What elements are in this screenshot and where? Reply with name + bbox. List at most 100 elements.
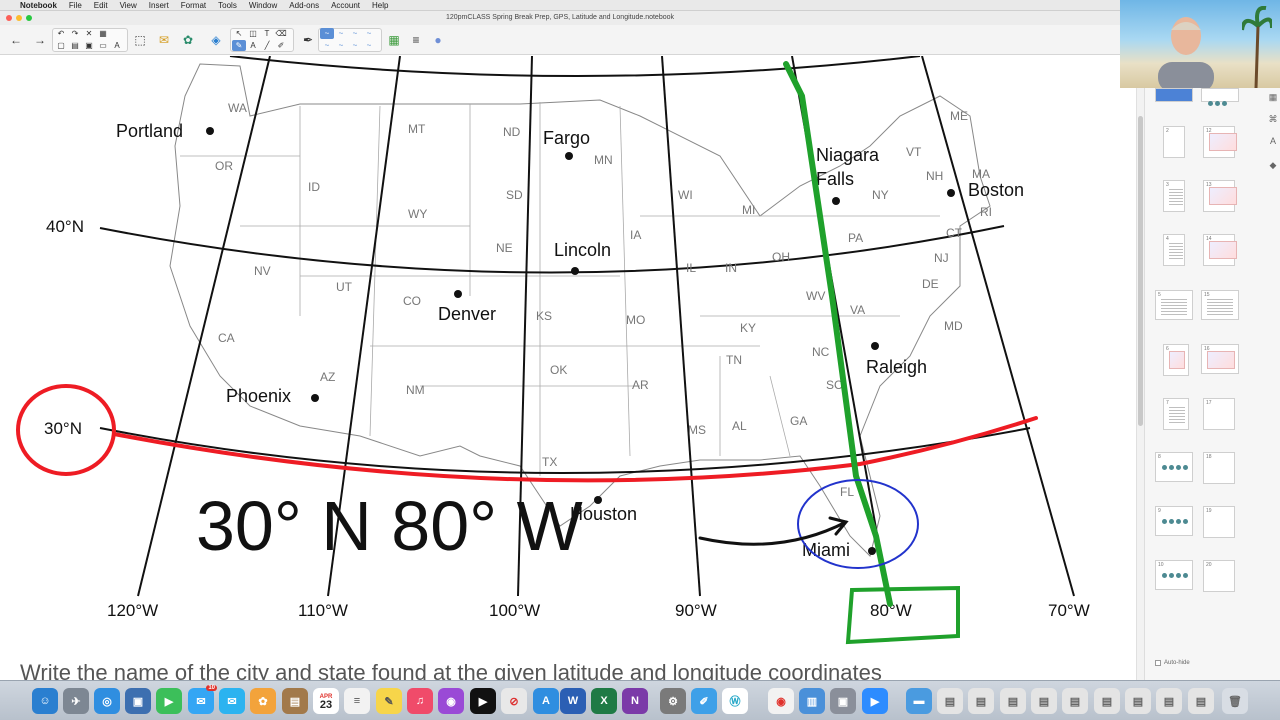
pen-style-8[interactable]: ~ — [362, 40, 376, 51]
image-capture-icon[interactable]: ▣ — [830, 688, 856, 714]
fill-icon[interactable]: ◫ — [246, 28, 260, 39]
system-preferences-icon[interactable]: ⚙ — [660, 688, 686, 714]
page-thumbnail[interactable]: 12 — [1203, 126, 1237, 158]
autohide-checkbox[interactable] — [1155, 660, 1161, 666]
page-thumbnail[interactable]: 6 — [1163, 344, 1189, 376]
safari-icon[interactable]: ◎ — [94, 688, 120, 714]
pen-style-3[interactable]: ~ — [348, 28, 362, 39]
zoom-icon[interactable]: ▶ — [862, 688, 888, 714]
menu-tools[interactable]: Tools — [212, 0, 243, 11]
addons-tab-icon[interactable]: ◆ — [1267, 160, 1279, 172]
zoom-window-button[interactable] — [26, 15, 32, 21]
messages-icon[interactable]: ✉ 10 — [188, 685, 217, 714]
close-window-button[interactable] — [6, 15, 12, 21]
page-thumbnail[interactable]: 10 — [1155, 560, 1193, 590]
pen-style-6[interactable]: ~ — [334, 40, 348, 51]
mail-icon[interactable]: ✉ — [219, 688, 245, 714]
menu-window[interactable]: Window — [243, 0, 283, 11]
highlighter-icon[interactable]: ✐ — [274, 40, 288, 51]
pen-style-5[interactable]: ~ — [320, 40, 334, 51]
attachments-tab-icon[interactable]: ⌘ — [1267, 114, 1279, 126]
document-stack-icon[interactable]: ▤ — [968, 688, 994, 714]
color-picker-icon[interactable]: ● — [428, 29, 448, 51]
page-thumbnail[interactable]: 9 — [1155, 506, 1193, 536]
notebook-canvas[interactable]: 40°N 30°N 120°W 110°W 100°W 90°W 80°W 70… — [0, 56, 1136, 680]
news-icon[interactable]: ⊘ — [501, 688, 527, 714]
pen-style-4[interactable]: ~ — [362, 28, 376, 39]
music-icon[interactable]: ♫ — [407, 688, 433, 714]
back-arrow-icon[interactable]: ← — [6, 29, 26, 51]
capture-icon[interactable]: ⬚ — [130, 29, 150, 51]
page-thumbnail[interactable]: 8 — [1155, 452, 1193, 482]
chrome-icon[interactable]: ◉ — [768, 688, 794, 714]
pen-icon[interactable]: ✒ — [298, 29, 318, 51]
facetime-icon[interactable]: ▶ — [156, 688, 182, 714]
line-style-icon[interactable]: ≡ — [406, 29, 426, 51]
menu-format[interactable]: Format — [175, 0, 212, 11]
page-thumbnail[interactable]: 17 — [1203, 398, 1235, 430]
trash-icon[interactable]: 🗑 — [1222, 688, 1248, 714]
document-stack-icon[interactable]: ▤ — [1062, 688, 1088, 714]
scrollbar-thumb[interactable] — [1138, 116, 1143, 426]
textedit-icon[interactable]: ✐ — [691, 688, 717, 714]
delete-icon[interactable]: ✕ — [82, 28, 96, 39]
menu-account[interactable]: Account — [325, 0, 366, 11]
pen-style-7[interactable]: ~ — [348, 40, 362, 51]
forward-arrow-icon[interactable]: → — [30, 29, 50, 51]
page-thumbnail[interactable]: 3 — [1163, 180, 1185, 212]
page-sorter-tab-icon[interactable]: ▦ — [1267, 92, 1279, 104]
document-stack-icon[interactable]: ▤ — [937, 688, 963, 714]
menu-insert[interactable]: Insert — [143, 0, 175, 11]
preview-icon[interactable]: ▣ — [125, 688, 151, 714]
document-stack-icon[interactable]: ▤ — [1094, 688, 1120, 714]
webex-icon[interactable]: Ⓦ — [722, 688, 748, 714]
save-icon[interactable]: ▣ — [82, 40, 96, 51]
addons-icon[interactable]: ✿ — [178, 29, 198, 51]
lesson-activity-icon[interactable]: ✉ — [154, 29, 174, 51]
page-thumbnail[interactable]: 14 — [1203, 234, 1237, 266]
page-thumbnail[interactable]: 4 — [1163, 234, 1185, 266]
menu-view[interactable]: View — [114, 0, 143, 11]
photos-icon[interactable]: ✿ — [250, 688, 276, 714]
page-thumbnail[interactable]: 15 — [1201, 290, 1239, 320]
word-icon[interactable]: W — [560, 688, 586, 714]
notes-icon[interactable]: ✎ — [376, 688, 402, 714]
page-thumbnail[interactable]: 20 — [1203, 560, 1235, 592]
document-stack-icon[interactable]: ▤ — [1125, 688, 1151, 714]
document-stack-icon[interactable]: ▤ — [1156, 688, 1182, 714]
redo-icon[interactable]: ↷ — [68, 28, 82, 39]
document-stack-icon[interactable]: ▤ — [1188, 688, 1214, 714]
grid-icon[interactable]: ▦ — [384, 29, 404, 51]
properties-tab-icon[interactable]: A — [1267, 136, 1279, 148]
minimize-window-button[interactable] — [16, 15, 22, 21]
page-thumbnail[interactable]: 7 — [1163, 398, 1189, 430]
text-icon[interactable]: T — [260, 28, 274, 39]
paste-icon[interactable]: ▤ — [68, 40, 82, 51]
pages-icon[interactable]: ≡ — [344, 688, 370, 714]
page-icon[interactable]: ▢ — [54, 40, 68, 51]
line-icon[interactable]: ╱ — [260, 40, 274, 51]
select-arrow-icon[interactable]: ↖ — [232, 28, 246, 39]
pen-style-2[interactable]: ~ — [334, 28, 348, 39]
menu-edit[interactable]: Edit — [88, 0, 114, 11]
eraser-icon[interactable]: ⌫ — [274, 28, 288, 39]
screen-icon[interactable]: ▭ — [96, 40, 110, 51]
menu-file[interactable]: File — [63, 0, 88, 11]
pen-style-1[interactable]: ~ — [320, 28, 334, 39]
folder-icon[interactable]: ▬ — [906, 688, 932, 714]
page-thumbnail[interactable]: 19 — [1203, 506, 1235, 538]
tv-icon[interactable]: ▶ — [470, 688, 496, 714]
font-icon[interactable]: A — [246, 40, 260, 51]
canvas-scrollbar[interactable] — [1136, 56, 1144, 680]
document-stack-icon[interactable]: ▤ — [1000, 688, 1026, 714]
page-thumbnail[interactable]: 13 — [1203, 180, 1237, 212]
menu-app-name[interactable]: Notebook — [14, 0, 63, 11]
page-thumbnail[interactable] — [1201, 88, 1239, 106]
text-tool-icon[interactable]: A — [110, 40, 124, 51]
page-thumbnail[interactable]: 5 — [1155, 290, 1193, 320]
autohide-toggle[interactable]: Auto-hide — [1155, 660, 1190, 666]
page-thumbnail-selected[interactable] — [1155, 88, 1193, 102]
document-stack-icon[interactable]: ▤ — [1031, 688, 1057, 714]
page-thumbnail[interactable]: 2 — [1163, 126, 1185, 158]
page-thumbnail[interactable]: 18 — [1203, 452, 1235, 484]
